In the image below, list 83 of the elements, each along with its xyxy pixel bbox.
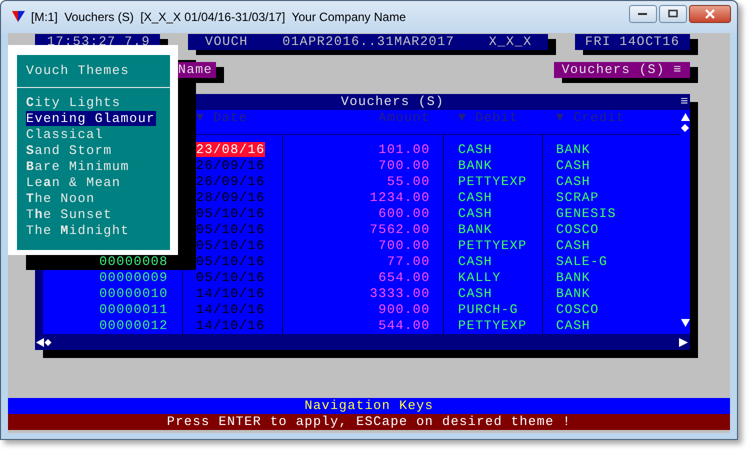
hint-text: Navigation Keys [304, 398, 434, 413]
table-cell: 600.00 [378, 206, 430, 221]
popup-title: Vouch Themes [25, 62, 130, 80]
message-text: Press ENTER to apply, ESCape on desired theme ! [166, 414, 572, 429]
table-cell: CASH [556, 318, 590, 333]
theme-item[interactable]: The Noon [17, 191, 170, 207]
table-cell: 101.00 [378, 142, 430, 157]
theme-item[interactable]: The Sunset [17, 207, 170, 223]
table-cell: PETTYEXP [458, 318, 527, 333]
table-cell: PETTYEXP [458, 238, 527, 253]
table-cell: CASH [458, 254, 492, 269]
scroll-up-icon[interactable] [680, 113, 690, 121]
field-label: Name [178, 62, 216, 78]
table-cell: KALLY [458, 270, 502, 285]
theme-item[interactable]: City Lights [17, 95, 170, 111]
table-cell: 00000012 [99, 318, 168, 333]
table-cell: BANK [458, 158, 492, 173]
table-cell: 00000011 [99, 302, 168, 317]
table-cell: CASH [458, 190, 492, 205]
table-cell: SALE-G [556, 254, 608, 269]
close-icon [703, 9, 717, 19]
scroll-left-icon[interactable] [36, 338, 52, 346]
close-button[interactable] [689, 5, 731, 23]
table-cell: CASH [458, 206, 492, 221]
window-title: [M:1] Vouchers (S) [X_X_X 01/04/16-31/03/17] Your Company Name [31, 10, 407, 24]
diamond-icon[interactable] [681, 124, 689, 132]
table-cell: CASH [556, 238, 590, 253]
table-cell: 05/10/16 [196, 254, 265, 269]
theme-item[interactable]: Bare Minimum [17, 159, 170, 175]
table-cell: 3333.00 [370, 286, 430, 301]
table-cell: 1234.00 [370, 190, 430, 205]
theme-item[interactable]: The Midnight [17, 223, 170, 239]
table-cell: 700.00 [378, 158, 430, 173]
table-cell: 00000010 [99, 286, 168, 301]
maximize-button[interactable] [659, 5, 687, 23]
table-cell: CASH [458, 286, 492, 301]
table-cell: 05/10/16 [196, 238, 265, 253]
table-cell: 23/08/16 [196, 142, 265, 157]
minimize-icon [637, 12, 649, 16]
panel-tag: Vouchers (S) ≡ [554, 62, 690, 78]
table-cell: 55.00 [386, 174, 430, 189]
table-cell: BANK [458, 222, 492, 237]
table-cell: BANK [556, 142, 590, 157]
table-cell: 700.00 [378, 238, 430, 253]
table-cell: 14/10/16 [196, 286, 265, 301]
table-cell: 544.00 [378, 318, 430, 333]
table-cell: BANK [556, 270, 590, 285]
theme-item[interactable]: Sand Storm [17, 143, 170, 159]
table-cell: PETTYEXP [458, 174, 527, 189]
table-cell: GENESIS [556, 206, 616, 221]
table-cell: 00000009 [99, 270, 168, 285]
table-cell: 14/10/16 [196, 318, 265, 333]
theme-item[interactable]: Classical [17, 127, 170, 143]
minimize-button[interactable] [629, 5, 657, 23]
table-cell: 05/10/16 [196, 222, 265, 237]
maximize-icon [667, 9, 679, 19]
table-cell: SCRAP [556, 190, 600, 205]
menu-icon[interactable]: ≡ [680, 94, 689, 110]
table-cell: CASH [458, 142, 492, 157]
period-display: VOUCH 01APR2016..31MAR2017 X_X_X [188, 34, 548, 50]
table-cell: 26/09/16 [196, 158, 265, 173]
table-cell: 900.00 [378, 302, 430, 317]
table-cell: 77.00 [386, 254, 430, 269]
panel-title: Vouchers (S) [340, 94, 444, 110]
table-cell: CASH [556, 174, 590, 189]
table-cell: CASH [556, 158, 590, 173]
table-cell: 654.00 [378, 270, 430, 285]
table-cell: 7562.00 [370, 222, 430, 237]
table-cell: BANK [556, 286, 590, 301]
scroll-down-icon[interactable] [680, 319, 690, 327]
triangle-logo-icon [12, 11, 25, 23]
table-cell: 00000008 [99, 254, 168, 269]
table-cell: 05/10/16 [196, 206, 265, 221]
table-cell: COSCO [556, 222, 600, 237]
table-cell: 26/09/16 [196, 174, 265, 189]
table-cell: PURCH-G [458, 302, 518, 317]
theme-item[interactable]: Lean & Mean [17, 175, 170, 191]
table-cell: 14/10/16 [196, 302, 265, 317]
table-cell: COSCO [556, 302, 600, 317]
date-display: FRI 14OCT16 [575, 34, 690, 50]
table-cell: 05/10/16 [196, 270, 265, 285]
table-cell: 28/09/16 [196, 190, 265, 205]
scroll-right-icon[interactable] [679, 338, 688, 346]
